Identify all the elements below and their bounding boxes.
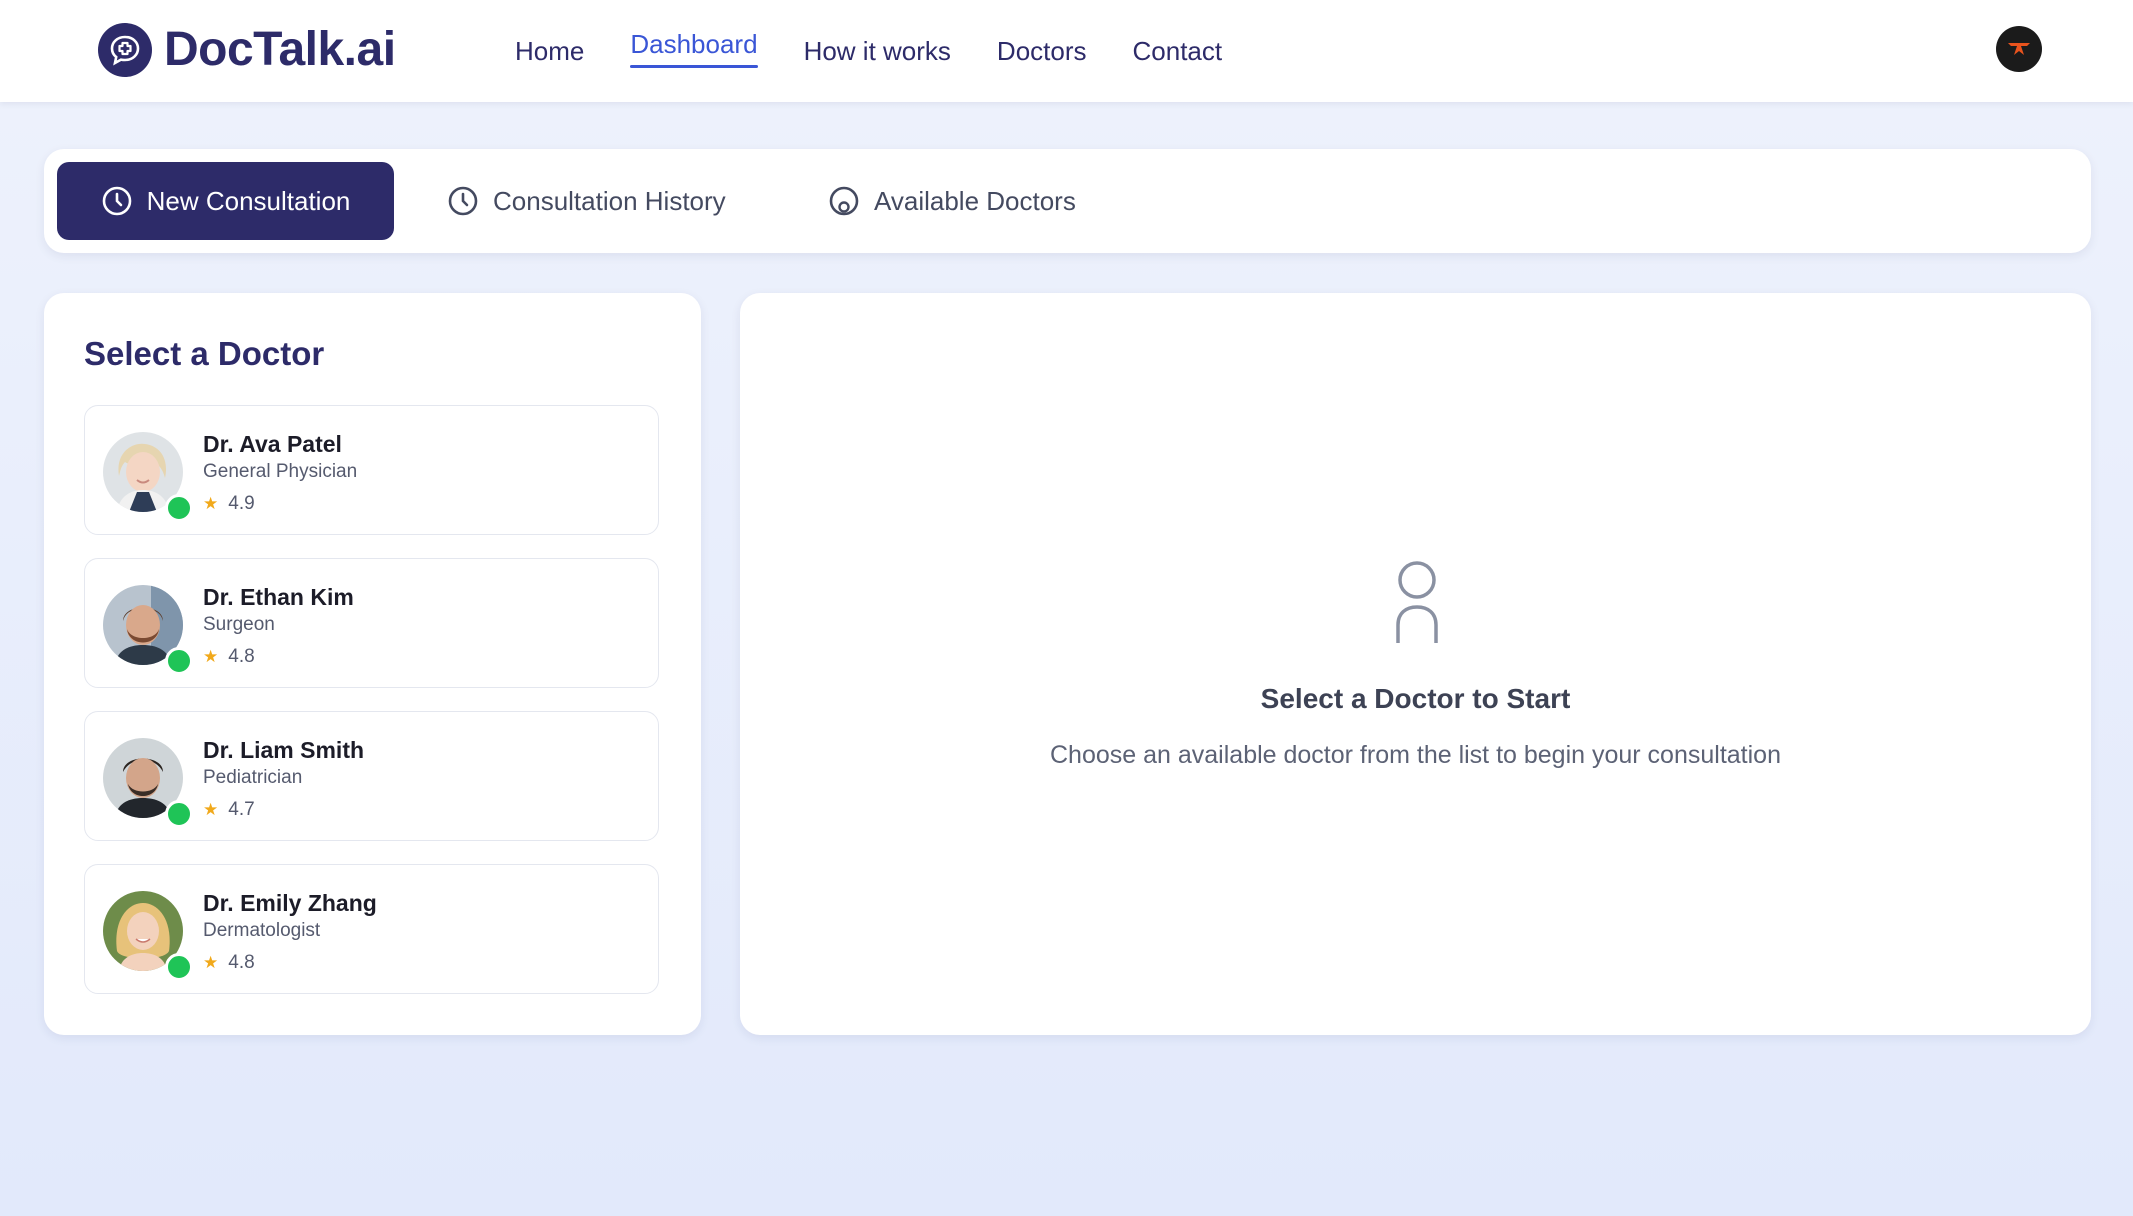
team-logo-icon [2008, 43, 2030, 55]
main-nav: Home Dashboard How it works Doctors Cont… [515, 0, 1268, 102]
top-navbar: DocTalk.ai Home Dashboard How it works D… [0, 0, 2133, 102]
empty-state-subtitle: Choose an available doctor from the list… [1050, 741, 1781, 769]
doctor-card-emily-zhang[interactable]: Dr. Emily Zhang Dermatologist ★ 4.8 [84, 864, 659, 994]
doctor-specialty: Pediatrician [203, 767, 303, 788]
nav-home[interactable]: Home [515, 36, 584, 67]
doctor-list-panel: Select a Doctor Dr. Ava Patel General Ph… [44, 293, 701, 1035]
tab-label: New Consultation [146, 185, 351, 216]
doctor-name: Dr. Ava Patel [203, 431, 342, 457]
tab-available-doctors[interactable]: Available Doctors [828, 162, 1076, 240]
star-icon: ★ [203, 494, 219, 513]
doctor-specialty: Surgeon [203, 614, 275, 635]
star-icon: ★ [203, 800, 219, 819]
doctor-rating: ★ 4.9 [203, 493, 255, 515]
online-status-dot [165, 800, 193, 828]
doctor-card-liam-smith[interactable]: Dr. Liam Smith Pediatrician ★ 4.7 [84, 711, 659, 841]
nav-how-it-works[interactable]: How it works [804, 36, 951, 67]
user-circle-icon [828, 185, 860, 217]
doctor-specialty: Dermatologist [203, 920, 321, 941]
online-status-dot [165, 647, 193, 675]
consultation-tabs: New Consultation Consultation History Av… [44, 149, 2091, 253]
online-status-dot [165, 953, 193, 981]
section-title: Select a Doctor [84, 335, 325, 372]
nav-contact[interactable]: Contact [1133, 36, 1223, 67]
clock-icon [101, 185, 133, 217]
chat-medical-icon [98, 22, 152, 77]
doctor-card-ava-patel[interactable]: Dr. Ava Patel General Physician ★ 4.9 [84, 405, 659, 535]
doctor-specialty: General Physician [203, 461, 358, 482]
nav-dashboard[interactable]: Dashboard [630, 29, 758, 68]
brand-name: DocTalk.ai [164, 23, 396, 76]
doctor-rating: ★ 4.8 [203, 646, 255, 668]
empty-state-title: Select a Doctor to Start [1260, 683, 1571, 714]
tab-consultation-history[interactable]: Consultation History [447, 162, 726, 240]
doctor-rating: ★ 4.8 [203, 952, 255, 974]
star-icon: ★ [203, 953, 219, 972]
clock-icon [447, 185, 479, 217]
doctor-name: Dr. Emily Zhang [203, 890, 377, 916]
tab-new-consultation[interactable]: New Consultation [57, 162, 394, 240]
rating-value: 4.9 [228, 493, 255, 514]
star-icon: ★ [203, 647, 219, 666]
brand-logo[interactable]: DocTalk.ai [98, 22, 396, 77]
consultation-panel: Select a Doctor to Start Choose an avail… [740, 293, 2091, 1035]
doctor-name: Dr. Liam Smith [203, 737, 365, 763]
doctor-name: Dr. Ethan Kim [203, 584, 354, 610]
online-status-dot [165, 494, 193, 522]
nav-doctors[interactable]: Doctors [997, 36, 1087, 67]
rating-value: 4.8 [228, 952, 255, 973]
rating-value: 4.8 [228, 646, 255, 667]
user-avatar[interactable] [1996, 26, 2042, 72]
doctor-rating: ★ 4.7 [203, 799, 255, 821]
user-outline-icon [1394, 559, 1440, 645]
tab-label: Available Doctors [874, 185, 1076, 216]
rating-value: 4.7 [228, 799, 255, 820]
tab-label: Consultation History [493, 185, 726, 216]
doctor-card-ethan-kim[interactable]: Dr. Ethan Kim Surgeon ★ 4.8 [84, 558, 659, 688]
